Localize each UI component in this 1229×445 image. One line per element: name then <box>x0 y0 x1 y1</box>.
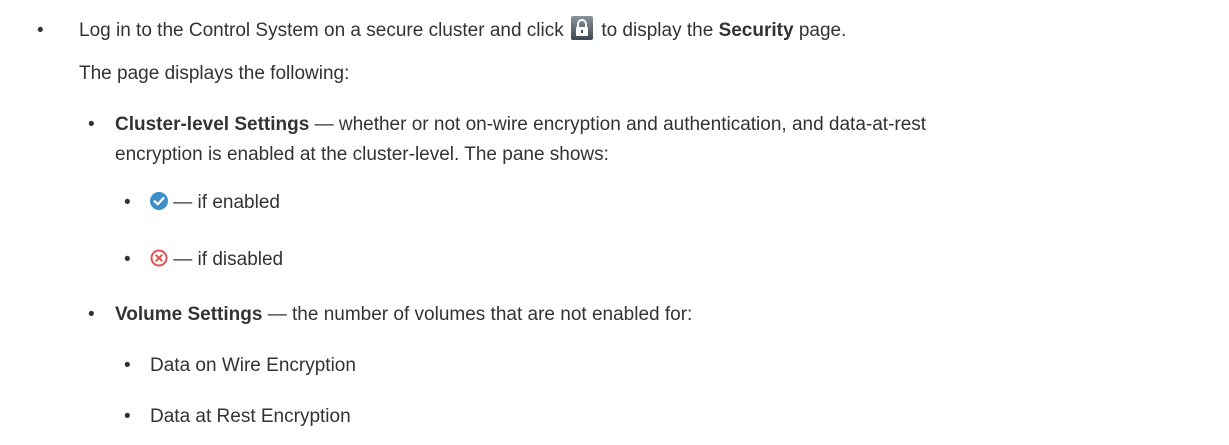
list-item-data-at-rest: Data at Rest Encryption <box>150 406 351 427</box>
enabled-text: — if enabled <box>173 192 280 213</box>
step-instruction: Log in to the Control System on a secure… <box>79 16 847 43</box>
step-text-end: page. <box>798 20 847 42</box>
lock-icon <box>571 16 594 40</box>
bullet: • <box>124 249 131 270</box>
list-item-data-on-wire: Data on Wire Encryption <box>150 355 356 376</box>
bullet: • <box>124 192 131 213</box>
step-text-after-icon: to display the <box>601 20 714 42</box>
bullet: • <box>124 355 131 376</box>
bullet: • <box>37 20 44 41</box>
cluster-settings-description: — whether or not on-wire encryption and … <box>314 114 927 135</box>
disabled-text: — if disabled <box>173 249 284 270</box>
list-item-enabled: — if enabled <box>150 191 280 215</box>
cluster-settings-title: Cluster-level Settings <box>115 114 310 135</box>
bullet: • <box>88 114 95 135</box>
list-item-disabled: — if disabled <box>150 248 283 272</box>
bullet: • <box>124 406 131 427</box>
x-circle-icon <box>150 249 168 267</box>
step-followup: The page displays the following: <box>79 63 350 84</box>
document-body: • Log in to the Control System on a secu… <box>0 0 1229 445</box>
step-text-before-icon: Log in to the Control System on a secure… <box>79 20 564 42</box>
volume-settings-description: — the number of volumes that are not ena… <box>267 304 693 325</box>
bullet: • <box>88 304 95 325</box>
check-circle-icon <box>150 191 168 210</box>
list-item-cluster-settings: Cluster-level Settings — whether or not … <box>115 113 926 137</box>
list-item-volume-settings: Volume Settings — the number of volumes … <box>115 303 692 327</box>
security-page-name: Security <box>718 20 794 42</box>
cluster-settings-description-cont: encryption is enabled at the cluster-lev… <box>115 144 609 165</box>
volume-settings-title: Volume Settings <box>115 304 263 325</box>
